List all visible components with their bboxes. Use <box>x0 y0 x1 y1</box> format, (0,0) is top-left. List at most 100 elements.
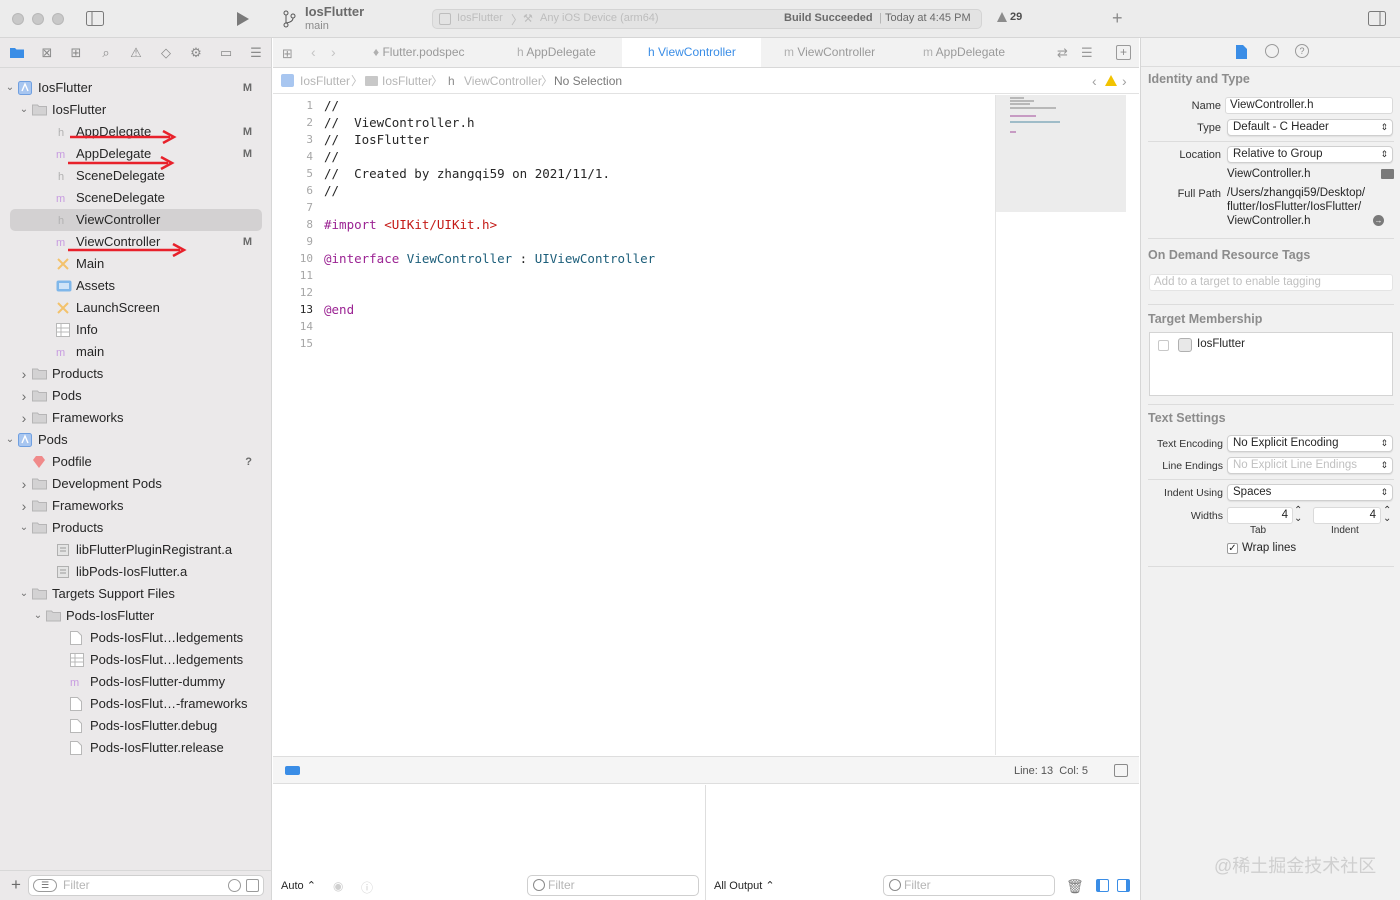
disclosure-expanded-icon[interactable]: ⌄ <box>4 429 16 451</box>
forward-chevron-icon[interactable]: › <box>331 44 336 60</box>
console-output-selector[interactable]: All Output ⌃ <box>714 879 775 892</box>
disclosure-collapsed-icon[interactable]: › <box>18 407 30 429</box>
scheme-selector[interactable]: IosFlutter <box>457 12 503 24</box>
refresh-icon[interactable]: ⇄ <box>1057 45 1068 61</box>
navigator-item[interactable]: ⌄ Pods <box>6 429 262 451</box>
breadcrumb-project[interactable]: IosFlutter <box>300 68 350 94</box>
disclosure-collapsed-icon[interactable]: › <box>18 473 30 495</box>
sidebar-toggle-icon[interactable] <box>86 11 104 26</box>
debug-area-toggle-icon[interactable] <box>1114 764 1128 777</box>
tab-flutter-podspec[interactable]: ♦ Flutter.podspec <box>361 38 485 67</box>
report-navigator-icon[interactable]: ☰ <box>248 45 264 61</box>
trash-icon[interactable]: 🗑 <box>1066 878 1084 895</box>
editor-options-icon[interactable]: ☰ <box>1081 45 1093 61</box>
breadcrumb-group[interactable]: IosFlutter <box>382 68 432 94</box>
next-issue-icon[interactable]: › <box>1122 68 1127 94</box>
breakpoint-navigator-icon[interactable]: ▭ <box>218 45 234 61</box>
run-play-icon[interactable] <box>236 11 250 27</box>
previous-issue-icon[interactable]: ‹ <box>1092 68 1097 94</box>
navigator-item[interactable]: Pods-IosFlutter.debug <box>10 715 262 737</box>
disclosure-expanded-icon[interactable]: ⌄ <box>32 605 44 627</box>
navigator-item[interactable]: LaunchScreen <box>10 297 262 319</box>
find-navigator-icon[interactable]: ⌕ <box>98 45 114 61</box>
tab-width-stepper[interactable]: ⌃ ⌄ <box>1294 506 1302 524</box>
navigator-filter-input[interactable]: ☰ Filter <box>28 875 264 896</box>
navigator-item[interactable]: › Frameworks <box>10 495 262 517</box>
debug-navigator-icon[interactable]: ⚙ <box>188 45 204 61</box>
reveal-in-finder-icon[interactable]: → <box>1373 215 1384 226</box>
navigator-item[interactable]: libFlutterPluginRegistrant.a <box>10 539 262 561</box>
source-editor[interactable]: 1 // 2 // ViewController.h 3 // IosFlutter 4 //… <box>273 95 995 755</box>
indent-using-popup[interactable]: Spaces ⇕ <box>1227 484 1393 501</box>
navigator-item[interactable]: m main <box>10 341 262 363</box>
add-file-icon[interactable]: + <box>11 875 21 895</box>
navigator-item[interactable]: ⌄ Targets Support Files <box>10 583 262 605</box>
disclosure-collapsed-icon[interactable]: › <box>18 363 30 385</box>
navigator-item[interactable]: Podfile? <box>10 451 262 473</box>
navigator-item[interactable]: m Pods-IosFlutter-dummy <box>10 671 262 693</box>
disclosure-collapsed-icon[interactable]: › <box>18 385 30 407</box>
navigator-item[interactable]: ⌄ IosFlutter <box>10 99 262 121</box>
navigator-item[interactable]: ⌄ Products <box>10 517 262 539</box>
type-popup[interactable]: Default - C Header ⇕ <box>1227 119 1393 136</box>
inspector-toggle-icon[interactable] <box>1368 11 1386 26</box>
disclosure-expanded-icon[interactable]: ⌄ <box>18 517 30 539</box>
navigator-item[interactable]: › Development Pods <box>10 473 262 495</box>
console-filter-input[interactable]: Filter <box>883 875 1055 896</box>
zoom-window-button[interactable] <box>52 13 64 25</box>
navigator-item[interactable]: m SceneDelegate <box>10 187 262 209</box>
navigator-item[interactable]: Pods-IosFlut…ledgements <box>10 627 262 649</box>
disclosure-collapsed-icon[interactable]: › <box>18 495 30 517</box>
tab-appdelegate-h[interactable]: h AppDelegate <box>505 38 625 67</box>
quick-look-icon[interactable]: ◉ <box>333 879 343 893</box>
tab-width-field[interactable]: 4 <box>1227 507 1293 524</box>
file-inspector-icon[interactable] <box>1236 45 1247 59</box>
location-popup[interactable]: Relative to Group ⇕ <box>1227 146 1393 163</box>
add-editor-icon[interactable]: + <box>1116 45 1131 60</box>
navigator-item[interactable]: ⌄ IosFlutter M <box>6 77 262 99</box>
close-window-button[interactable] <box>12 13 24 25</box>
recent-files-icon[interactable] <box>228 879 241 892</box>
destination-selector[interactable]: Any iOS Device (arm64) <box>540 12 659 24</box>
navigator-item[interactable]: Pods-IosFlut…ledgements <box>10 649 262 671</box>
navigator-item[interactable]: libPods-IosFlutter.a <box>10 561 262 583</box>
history-icon[interactable] <box>1265 44 1279 58</box>
minimize-window-button[interactable] <box>32 13 44 25</box>
warning-count[interactable]: 29 <box>1010 11 1022 23</box>
reveal-folder-icon[interactable] <box>1381 169 1394 179</box>
encoding-popup[interactable]: No Explicit Encoding ⇕ <box>1227 435 1393 452</box>
navigator-item[interactable]: Pods-IosFlut…-frameworks <box>10 693 262 715</box>
disclosure-expanded-icon[interactable]: ⌄ <box>18 99 30 121</box>
navigator-item[interactable]: › Frameworks <box>10 407 262 429</box>
name-field[interactable]: ViewController.h <box>1225 97 1393 114</box>
wrap-lines-checkbox[interactable]: ✓ <box>1227 543 1238 554</box>
source-control-icon[interactable]: ⊠ <box>39 45 55 61</box>
navigator-item[interactable]: h ViewController <box>10 209 262 231</box>
related-items-icon[interactable]: ⊞ <box>282 46 293 62</box>
navigator-item[interactable]: ⌄ Pods-IosFlutter <box>10 605 262 627</box>
line-endings-popup[interactable]: No Explicit Line Endings ⇕ <box>1227 457 1393 474</box>
show-console-icon[interactable] <box>1117 879 1130 892</box>
warning-icon[interactable] <box>996 11 1008 23</box>
navigator-item[interactable]: Info <box>10 319 262 341</box>
indent-width-field[interactable]: 4 <box>1313 507 1381 524</box>
tab-viewcontroller-h[interactable]: h ViewController <box>622 38 761 67</box>
tab-appdelegate-m[interactable]: m AppDelegate <box>911 38 1031 67</box>
tab-viewcontroller-m[interactable]: m ViewController <box>772 38 892 67</box>
issue-navigator-icon[interactable]: ⚠ <box>128 45 144 61</box>
navigator-item[interactable]: › Pods <box>10 385 262 407</box>
info-icon[interactable]: ⓘ <box>361 879 373 896</box>
back-chevron-icon[interactable]: ‹ <box>311 44 316 60</box>
variables-filter-input[interactable]: Filter <box>527 875 699 896</box>
modified-files-icon[interactable] <box>246 879 259 892</box>
breadcrumb-file[interactable]: ViewController <box>464 68 542 94</box>
minimap[interactable] <box>995 95 1126 755</box>
navigator-item[interactable]: Pods-IosFlutter.release <box>10 737 262 759</box>
indent-width-stepper[interactable]: ⌃ ⌄ <box>1383 506 1391 524</box>
test-navigator-icon[interactable]: ◇ <box>158 45 174 61</box>
variables-mode-selector[interactable]: Auto ⌃ <box>281 879 316 892</box>
symbol-navigator-icon[interactable]: ⊞ <box>68 45 84 61</box>
disclosure-expanded-icon[interactable]: ⌄ <box>18 583 30 605</box>
add-library-icon[interactable]: + <box>1112 8 1123 29</box>
disclosure-expanded-icon[interactable]: ⌄ <box>4 77 16 99</box>
